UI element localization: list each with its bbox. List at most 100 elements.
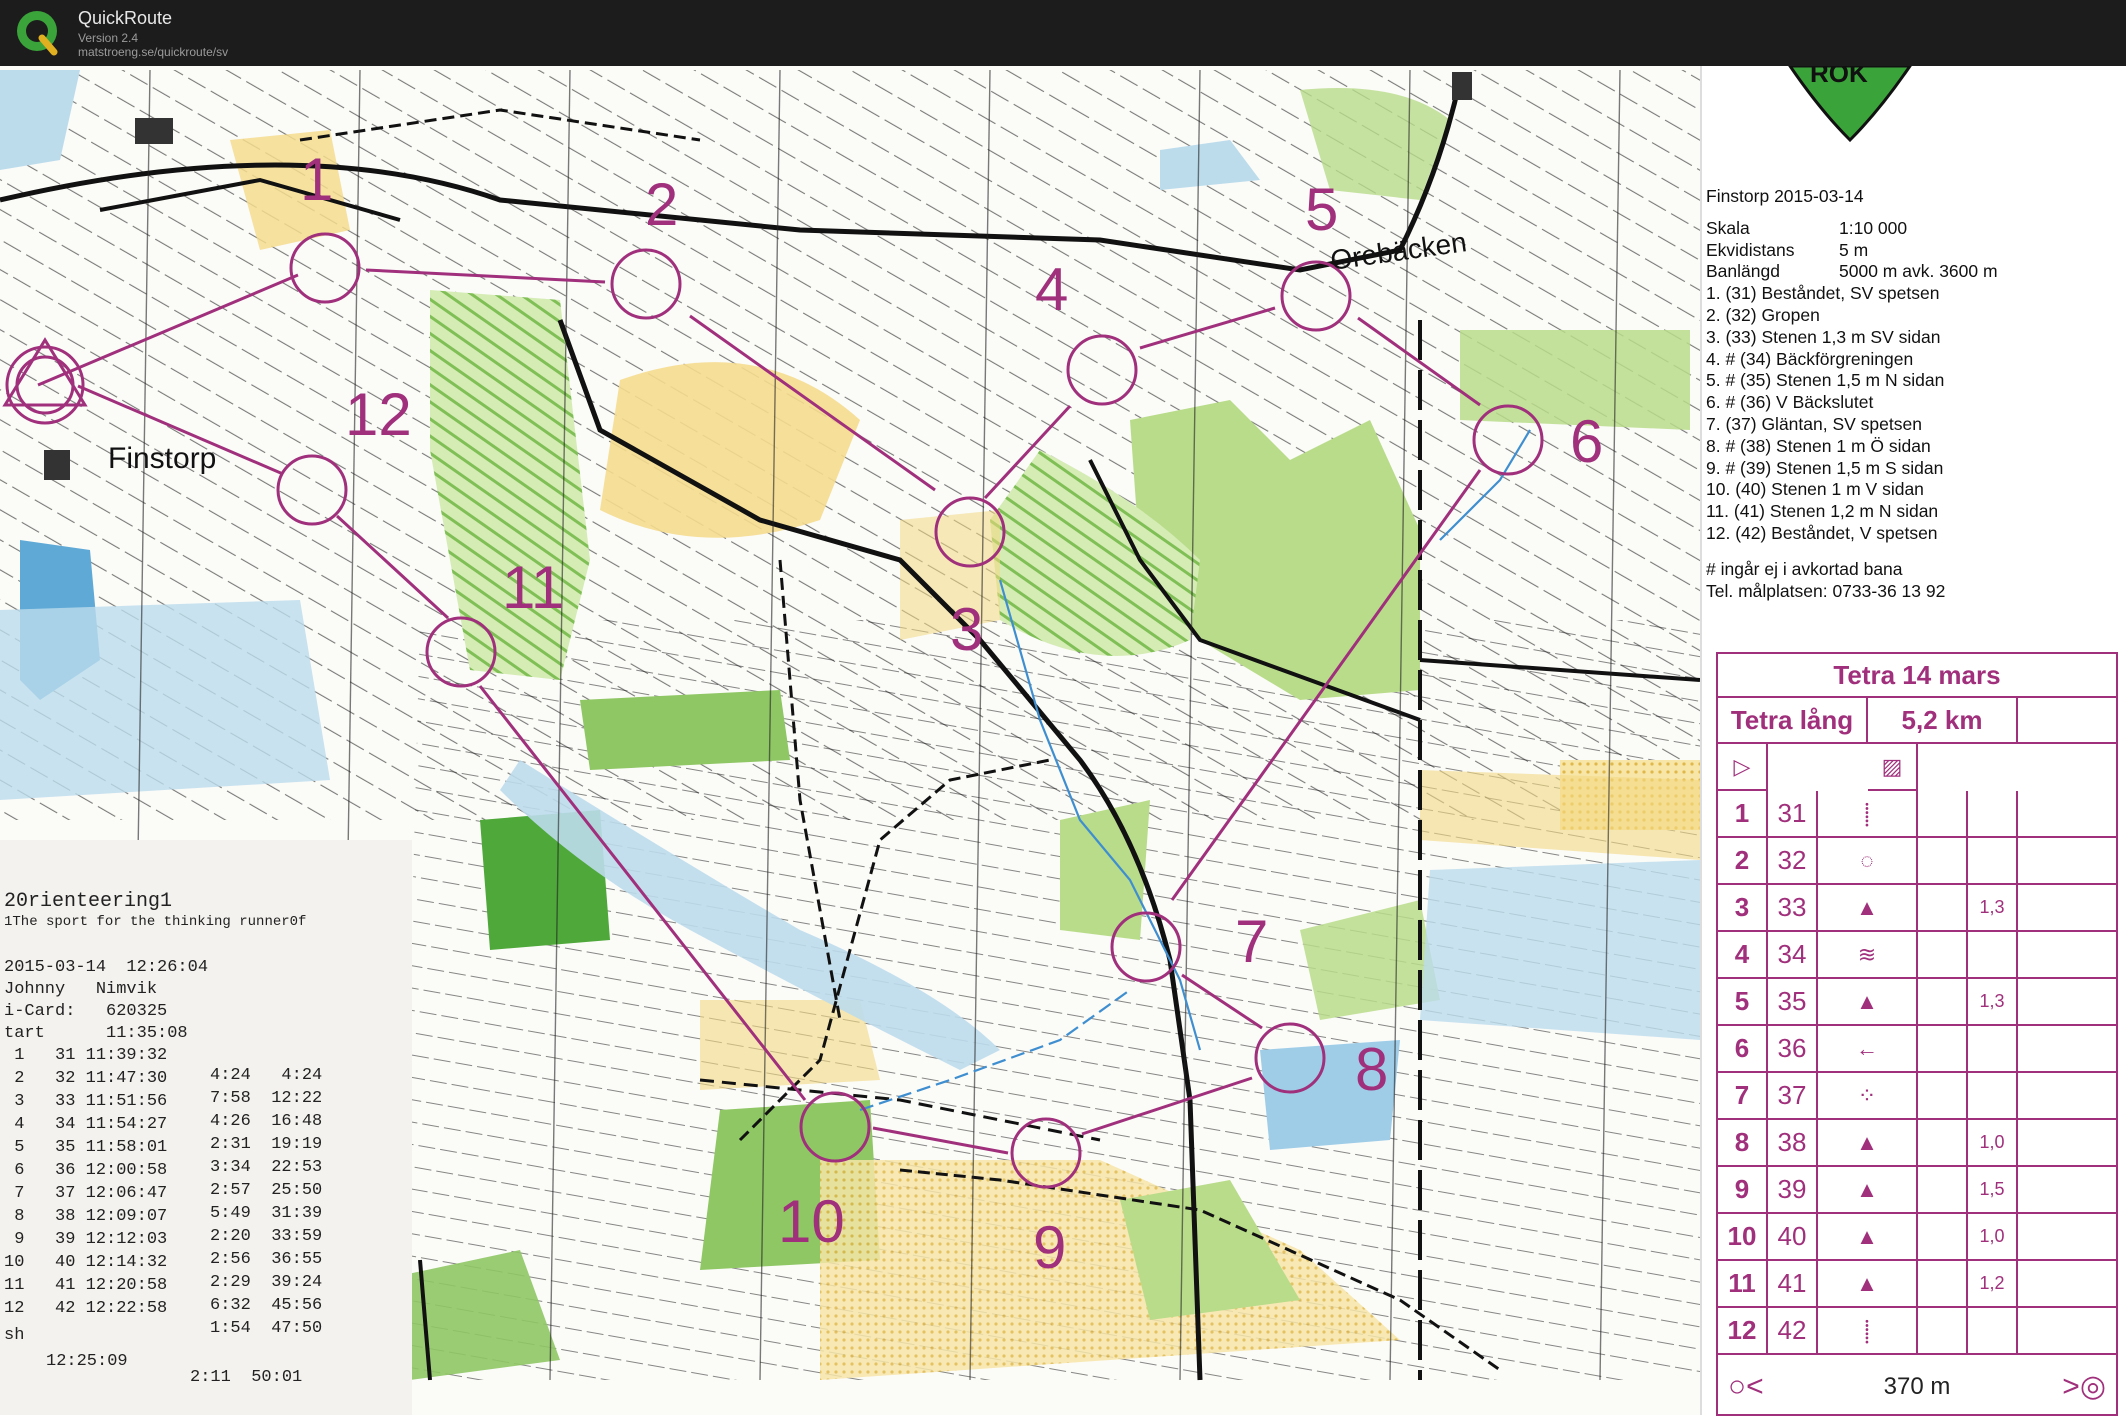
description-row-code: 39	[1768, 1167, 1818, 1214]
legend-row-scale: Skala 1:10 000	[1706, 217, 1908, 238]
control-11-number: 11	[502, 554, 564, 621]
app-name: QuickRoute	[78, 8, 173, 28]
legend-control-10: 10. (40) Stenen 1 m V sidan	[1706, 479, 1924, 500]
legend-control-8: 8. # (38) Stenen 1 m Ö sidan	[1706, 435, 1931, 456]
receipt-split-punch: 2 32 11:47:30	[4, 1069, 168, 1088]
legend-row-contour: Ekvidistans 5 m	[1706, 239, 1869, 260]
description-row-icon: ⸽	[1818, 1308, 1918, 1355]
description-row-code: 35	[1768, 979, 1818, 1026]
description-row-detail	[1968, 838, 2018, 885]
legend-control-2: 2. (32) Gropen	[1706, 304, 1820, 325]
description-row-number: 2	[1718, 838, 1768, 885]
receipt-split-punch: 5 35 11:58:01	[4, 1138, 168, 1157]
start-triangle-icon: ▷	[1718, 744, 1768, 791]
finish-row: ○< 370 m >◎	[1718, 1359, 2116, 1414]
description-row-location-cell	[2018, 791, 2116, 838]
receipt-split-punch: 10 40 12:14:32	[4, 1253, 168, 1272]
description-row-location-cell	[2018, 1026, 2116, 1073]
finish-icon: >◎	[2062, 1370, 2106, 1403]
control-description-sheet: Tetra 14 mars Tetra lång 5,2 km ▷ ▨ 1 31 ⸽…	[1716, 652, 2118, 1416]
receipt-split-punch: 6 36 12:00:58	[4, 1161, 168, 1180]
description-row-detail	[1968, 1308, 2018, 1355]
map-legend: Finstorp 2015-03-14 Skala 1:10 000 Ekvidi…	[1706, 186, 2026, 602]
description-row-detail: 1,2	[1968, 1261, 2018, 1308]
description-row-code: 37	[1768, 1073, 1818, 1120]
description-row-location-cell	[2018, 1073, 2116, 1120]
description-row-code: 31	[1768, 791, 1818, 838]
receipt-split-punch: 1 31 11:39:32	[4, 1046, 168, 1065]
receipt-split-time: 5:49 31:39	[210, 1204, 323, 1223]
control-1-number: 1	[300, 146, 333, 213]
legend-control-5: 5. # (35) Stenen 1,5 m N sidan	[1706, 370, 1945, 391]
description-row-code: 33	[1768, 885, 1818, 932]
legend-control-6: 6. # (36) V Bäckslutet	[1706, 392, 1874, 413]
app-version: Version 2.4	[78, 31, 139, 45]
description-event-title: Tetra 14 mars	[1718, 654, 2116, 698]
control-10-number: 10	[778, 1188, 845, 1255]
app-url: matstroeng.se/quickroute/sv	[78, 45, 229, 59]
description-row-spacer	[1918, 1026, 1968, 1073]
description-row-number: 8	[1718, 1120, 1768, 1167]
receipt-finish-label: sh	[4, 1326, 25, 1345]
legend-note: # ingår ej i avkortad bana	[1706, 558, 1903, 579]
description-course-length: 5,2 km	[1868, 698, 2018, 744]
finish-start-icon: ○<	[1728, 1369, 1764, 1403]
legend-control-12: 12. (42) Beståndet, V spetsen	[1706, 522, 1938, 543]
description-row-icon: ≋	[1818, 932, 1918, 979]
description-row-spacer	[1918, 1214, 1968, 1261]
receipt-split-punch: 7 37 12:06:47	[4, 1184, 168, 1203]
legend-control-9: 9. # (39) Stenen 1,5 m S sidan	[1706, 457, 1944, 478]
description-row-number: 7	[1718, 1073, 1768, 1120]
control-6-number: 6	[1570, 408, 1603, 475]
receipt-split-time: 2:20 33:59	[210, 1227, 323, 1246]
receipt-split-punch: 9 39 12:12:03	[4, 1230, 168, 1249]
receipt-split-punch: 12 42 12:22:58	[4, 1299, 168, 1318]
legend-control-1: 1. (31) Beståndet, SV spetsen	[1706, 283, 1940, 304]
control-4-number: 4	[1035, 256, 1068, 323]
legend-control-4: 4. # (34) Bäckförgreningen	[1706, 348, 1914, 369]
description-row-detail: 1,0	[1968, 1120, 2018, 1167]
description-row-spacer	[1918, 1261, 1968, 1308]
description-row-location-cell	[2018, 1167, 2116, 1214]
description-row-location-cell	[2018, 1214, 2116, 1261]
legend-control-3: 3. (33) Stenen 1,3 m SV sidan	[1706, 326, 1941, 347]
description-row-location-cell	[2018, 932, 2116, 979]
description-row-number: 1	[1718, 791, 1768, 838]
description-row-code: 32	[1768, 838, 1818, 885]
description-row-icon: ▲	[1818, 1167, 1918, 1214]
description-row-code: 41	[1768, 1261, 1818, 1308]
description-row-icon: ▲	[1818, 1214, 1918, 1261]
description-row-location-cell	[2018, 979, 2116, 1026]
receipt-split-time: 2:31 19:19	[210, 1135, 323, 1154]
legend-control-7: 7. (37) Gläntan, SV spetsen	[1706, 413, 1922, 434]
control-12-number: 12	[345, 381, 412, 448]
control-5-number: 5	[1305, 176, 1338, 243]
receipt-split-time: 2:29 39:24	[210, 1273, 323, 1292]
description-row-number: 5	[1718, 979, 1768, 1026]
control-7-number: 7	[1235, 908, 1268, 975]
description-row-spacer	[1918, 1308, 1968, 1355]
description-row-detail: 1,0	[1968, 1214, 2018, 1261]
receipt-split-time: 4:24 4:24	[210, 1066, 323, 1085]
description-row-number: 4	[1718, 932, 1768, 979]
control-2-number: 2	[645, 171, 678, 238]
description-row-detail	[1968, 791, 2018, 838]
description-row-number: 3	[1718, 885, 1768, 932]
receipt-header: 20rienteering1	[4, 890, 173, 913]
split-receipt: 20rienteering1 1The sport for the thinki…	[0, 840, 412, 1415]
description-row-detail: 1,5	[1968, 1167, 2018, 1214]
description-row-detail: 1,3	[1968, 979, 2018, 1026]
description-row-detail: 1,3	[1968, 885, 2018, 932]
description-row-icon: ▲	[1818, 1120, 1918, 1167]
receipt-split-punch: 8 38 12:09:07	[4, 1207, 168, 1226]
description-row-spacer	[1918, 1073, 1968, 1120]
description-row-spacer	[1918, 1167, 1968, 1214]
description-row-icon: ◌	[1818, 838, 1918, 885]
receipt-finish-time: 12:25:09	[46, 1352, 128, 1371]
description-row-number: 12	[1718, 1308, 1768, 1355]
description-row-icon: ▲	[1818, 1261, 1918, 1308]
description-row-icon: ⁘	[1818, 1073, 1918, 1120]
receipt-finish-split: 2:11 50:01	[190, 1368, 303, 1387]
description-header-spacer	[2018, 698, 2116, 744]
app-titlebar: QuickRoute Version 2.4 matstroeng.se/qui…	[0, 0, 2126, 69]
